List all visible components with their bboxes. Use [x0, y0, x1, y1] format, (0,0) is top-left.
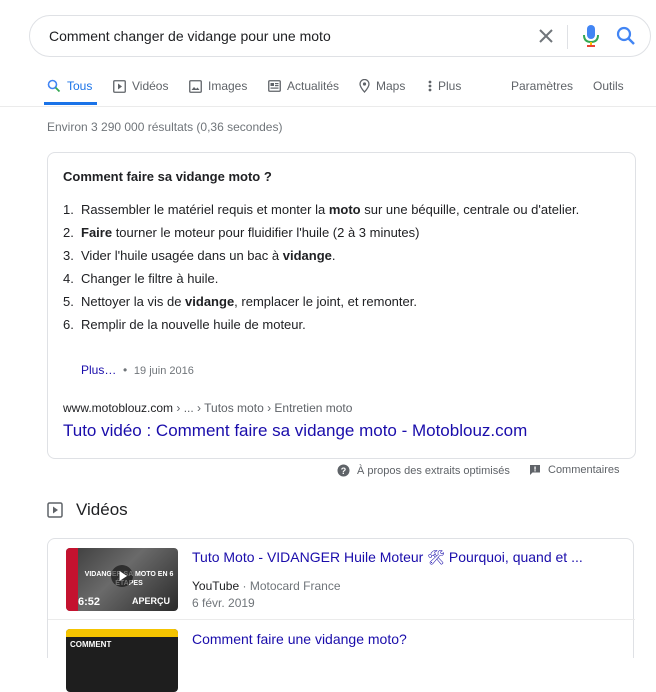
tab-label: Plus — [438, 79, 462, 93]
snippet-footer: ? À propos des extraits optimisés Commen… — [0, 462, 656, 480]
breadcrumb-site: www.motoblouz.com — [63, 401, 174, 415]
tab-label: Vidéos — [132, 79, 169, 93]
mic-icon[interactable] — [581, 24, 601, 48]
videos-heading: Vidéos — [47, 500, 128, 520]
snippet-date: 19 juin 2016 — [133, 365, 194, 377]
search-divider — [567, 25, 568, 49]
video-title-link[interactable]: Comment faire une vidange moto? — [192, 631, 407, 647]
tab-label: Tous — [67, 79, 93, 93]
feedback-icon — [530, 465, 540, 475]
active-tab-indicator — [44, 102, 97, 105]
thumbnail-stripe — [66, 548, 78, 611]
feedback-link[interactable]: Commentaires — [529, 464, 620, 476]
settings-label: Paramètres — [511, 79, 574, 93]
about-label: À propos des extraits optimisés — [357, 464, 510, 477]
svg-text:?: ? — [341, 466, 347, 476]
thumbnail-band — [66, 629, 178, 637]
map-pin-icon — [359, 79, 370, 93]
step-text: , remplacer le joint, et remonter. — [234, 294, 417, 309]
snippet-steps: 1. Rassembler le matériel requis et monte… — [63, 201, 603, 339]
clear-icon[interactable] — [537, 27, 555, 45]
separator-dot: • — [119, 363, 131, 377]
search-bar[interactable]: Comment changer de vidange pour une moto — [29, 15, 651, 57]
play-circle-icon — [111, 565, 133, 587]
result-stats: Environ 3 290 000 résultats (0,36 second… — [47, 120, 283, 134]
play-icon — [47, 502, 63, 518]
video-source: YouTube · Motocard France — [192, 579, 341, 593]
play-icon — [113, 79, 126, 93]
tab-maps[interactable]: Maps — [359, 79, 405, 93]
preview-badge: APERÇU — [131, 596, 170, 606]
step-bold: vidange — [282, 248, 332, 263]
list-item: 3. Vider l'huile usagée dans un bac à vid… — [63, 247, 603, 265]
step-text: Remplir de la nouvelle huile de moteur. — [81, 317, 306, 332]
tab-label: Images — [208, 79, 248, 93]
step-text: Vider l'huile usagée dans un bac à — [81, 248, 283, 263]
step-number: 2. — [63, 225, 74, 240]
video-platform: YouTube — [192, 579, 240, 593]
help-icon: ? — [337, 464, 350, 477]
breadcrumb: www.motoblouz.com › ... › Tutos moto › E… — [63, 401, 352, 415]
tabs-divider — [0, 106, 656, 107]
tab-images[interactable]: Images — [189, 79, 247, 93]
video-thumbnail[interactable]: COMMENT — [66, 629, 178, 692]
tools-label: Outils — [593, 79, 624, 93]
step-number: 3. — [63, 248, 74, 263]
about-snippets-link[interactable]: ? À propos des extraits optimisés — [337, 464, 510, 477]
step-number: 5. — [63, 294, 74, 309]
video-channel: Motocard France — [249, 579, 341, 593]
video-list: VIDANGER SA MOTO EN 6 ÉTAPES 6:52 APERÇU… — [47, 538, 635, 692]
step-bold: vidange — [185, 294, 235, 309]
step-text: . — [331, 248, 336, 263]
step-bold: Faire — [81, 225, 113, 240]
feedback-label: Commentaires — [548, 464, 620, 476]
videos-heading-label: Vidéos — [76, 500, 128, 519]
settings-link[interactable]: Paramètres — [511, 79, 573, 93]
more-vert-icon — [428, 80, 432, 92]
tab-news[interactable]: Actualités — [268, 79, 339, 93]
step-text: Changer le filtre à huile. — [81, 271, 219, 286]
list-item: 6. Remplir de la nouvelle huile de moteur… — [63, 316, 603, 334]
featured-snippet: Comment faire sa vidange moto ? 1. Rassem… — [47, 152, 636, 459]
list-item: 5. Nettoyer la vis de vidange, remplacer … — [63, 293, 603, 311]
step-number: 4. — [63, 271, 74, 286]
snippet-title: Comment faire sa vidange moto ? — [63, 169, 272, 184]
step-number: 6. — [63, 317, 74, 332]
thumbnail-text: COMMENT — [70, 640, 112, 649]
search-input[interactable]: Comment changer de vidange pour une moto — [49, 28, 331, 44]
list-item: 1. Rassembler le matériel requis et monte… — [63, 201, 603, 219]
step-number: 1. — [63, 202, 74, 217]
step-text: Nettoyer la vis de — [81, 294, 186, 309]
tools-link[interactable]: Outils — [593, 79, 624, 93]
step-bold: moto — [328, 202, 361, 217]
tab-label: Maps — [376, 79, 406, 93]
search-tabs: Tous Vidéos Images Actualités Maps Plus … — [0, 72, 656, 106]
list-item: 4. Changer le filtre à huile. — [63, 270, 603, 288]
tab-more[interactable]: Plus — [428, 79, 461, 93]
video-duration: 6:52 — [78, 596, 101, 608]
list-item: 2. Faire tourner le moteur pour fluidifie… — [63, 224, 603, 242]
more-link[interactable]: Plus… — [81, 363, 116, 377]
news-icon — [268, 80, 281, 92]
search-icon[interactable] — [616, 26, 636, 46]
video-date: 6 févr. 2019 — [192, 596, 255, 610]
search-icon — [47, 79, 61, 93]
video-title-link[interactable]: Tuto Moto - VIDANGER Huile Moteur 🛠 Pour… — [192, 549, 583, 566]
tab-label: Actualités — [287, 79, 340, 93]
step-text: sur une béquille, centrale ou d'atelier. — [360, 202, 580, 217]
step-text: Rassembler le matériel requis et monter … — [81, 202, 329, 217]
image-icon — [189, 79, 202, 93]
tab-all[interactable]: Tous — [47, 79, 92, 93]
snippet-result-link[interactable]: Tuto vidéo : Comment faire sa vidange mo… — [63, 421, 527, 441]
snippet-more-row: Plus… • 19 juin 2016 — [81, 363, 194, 377]
video-divider — [48, 619, 635, 620]
video-separator: · — [239, 579, 250, 593]
breadcrumb-path: › ... › Tutos moto › Entretien moto — [173, 401, 353, 415]
step-text: tourner le moteur pour fluidifier l'huil… — [112, 225, 420, 240]
tab-videos[interactable]: Vidéos — [113, 79, 168, 93]
video-thumbnail[interactable]: VIDANGER SA MOTO EN 6 ÉTAPES 6:52 APERÇU — [66, 548, 178, 611]
